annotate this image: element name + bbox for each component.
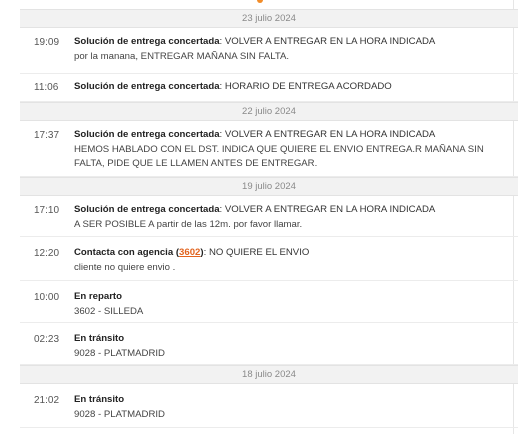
agency-code-link[interactable]: 3602 [179,247,200,258]
event-row: 17:10 Solución de entrega concertada: VO… [20,196,518,237]
event-note: cliente no quiere envio . [74,261,176,273]
event-time: 17:10 [34,205,60,216]
event-row: 21:02 En tránsito 9028 - PLATMADRID [20,384,518,428]
event-detail: VOLVER A ENTREGAR EN LA HORA INDICADA [224,129,436,140]
event-body: En reparto 3602 - SILLEDA [74,290,518,322]
event-time: 11:06 [34,82,59,93]
event-row: 12:20 Contacta con agencia (3602): NO QU… [20,237,518,281]
event-row: 17:37 Solución de entrega concertada: VO… [20,121,518,177]
event-body: Solución de entrega concertada: VOLVER A… [74,203,518,236]
event-detail: NO QUIERE EL ENVIO [208,247,310,258]
event-time: 02:23 [34,334,60,345]
event-title: En reparto [74,291,122,302]
event-location: 3602 - SILLEDA [74,305,144,317]
event-title: En tránsito [74,333,125,344]
event-row: 02:23 En tránsito 9028 - PLATMADRID [20,323,518,365]
event-title: En tránsito [74,394,125,405]
event-body: Contacta con agencia (3602): NO QUIERE E… [74,246,518,280]
timeline-marker [257,0,263,3]
event-note: HEMOS HABLADO CON EL DST. INDICA QUE QUI… [74,143,484,155]
event-body: Solución de entrega concertada: VOLVER A… [74,35,518,73]
event-note: FALTA, PIDE QUE LE LLAMEN ANTES DE ENTRE… [74,158,318,169]
event-title: Solución de entrega concertada [74,36,220,47]
event-location: 9028 - PLATMADRID [74,408,165,420]
event-note: A SER POSIBLE A partir de las 12m. por f… [74,218,303,230]
event-time: 10:00 [34,292,60,303]
event-title: Solución de entrega concertada [74,81,220,92]
event-body: En tránsito 9028 - PLATMADRID [74,393,518,427]
date-separator: 22 julio 2024 [20,102,518,121]
event-location: 9028 - PLATMADRID [74,347,165,359]
event-detail: HORARIO DE ENTREGA ACORDADO [224,81,392,92]
event-time: 12:20 [34,248,60,259]
event-body: En tránsito 9028 - PLATMADRID [74,332,518,364]
timeline-list: 23 julio 2024 19:09 Solución de entrega … [20,9,518,428]
date-separator: 23 julio 2024 [20,9,518,28]
event-note: por la manana, ENTREGAR MAÑANA SIN FALTA… [74,50,290,62]
event-row: 10:00 En reparto 3602 - SILLEDA [20,281,518,323]
event-title: Contacta con agencia [74,247,174,258]
event-body: Solución de entrega concertada: HORARIO … [74,81,392,92]
event-time: 19:09 [34,37,60,48]
event-detail: VOLVER A ENTREGAR EN LA HORA INDICADA [224,36,436,47]
event-title: Solución de entrega concertada [74,204,220,215]
event-body: Solución de entrega concertada: VOLVER A… [74,128,518,176]
event-title: Solución de entrega concertada [74,129,220,140]
date-separator: 18 julio 2024 [20,365,518,384]
date-separator: 19 julio 2024 [20,177,518,196]
event-row: 11:06 Solución de entrega concertada: HO… [20,74,518,102]
tracking-history: 23 julio 2024 19:09 Solución de entrega … [0,0,520,434]
event-row: 19:09 Solución de entrega concertada: VO… [20,28,518,74]
event-detail: VOLVER A ENTREGAR EN LA HORA INDICADA [224,204,436,215]
event-time: 17:37 [34,130,60,141]
event-time: 21:02 [34,395,60,406]
